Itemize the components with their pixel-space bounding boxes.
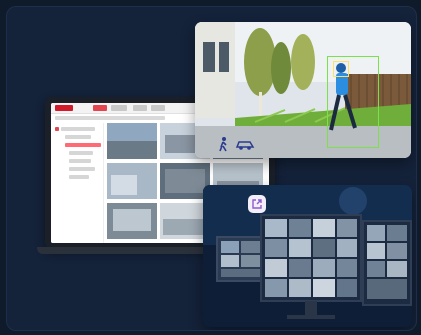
tab-second[interactable]	[111, 105, 127, 111]
tree-item[interactable]	[61, 127, 95, 131]
tree-item[interactable]	[65, 135, 91, 139]
tab-third[interactable]	[133, 105, 147, 111]
camera-live-view[interactable]	[195, 22, 411, 158]
device-tree	[51, 123, 104, 243]
tab-fourth[interactable]	[151, 105, 165, 111]
tree-item[interactable]	[69, 167, 95, 171]
breadcrumb	[55, 116, 165, 120]
tree-item[interactable]	[69, 159, 91, 163]
person-walking-icon	[215, 136, 231, 152]
tree-expand-icon[interactable]	[55, 127, 59, 131]
tree-item[interactable]	[69, 175, 89, 179]
external-link-icon[interactable]	[248, 195, 266, 213]
tree-item[interactable]	[69, 151, 93, 155]
tab-active[interactable]	[93, 105, 107, 111]
face-detection-box	[333, 61, 349, 77]
control-room-view[interactable]	[203, 185, 412, 327]
app-logo	[55, 105, 73, 111]
control-room-scene	[203, 185, 412, 327]
showcase-panel	[6, 6, 417, 331]
tree-item-selected[interactable]	[65, 143, 101, 147]
vehicle-icon	[235, 136, 255, 152]
